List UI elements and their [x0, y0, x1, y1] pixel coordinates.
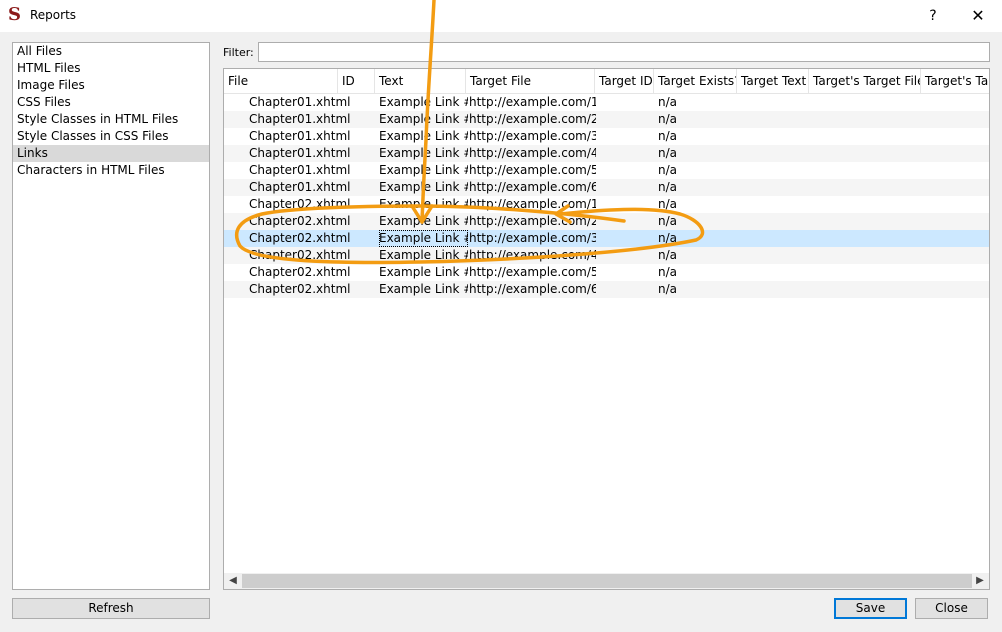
app-logo-icon: S: [8, 4, 21, 25]
table-cell[interactable]: Chapter01.xhtml: [249, 94, 363, 111]
table-cell[interactable]: Example Link #4: [379, 247, 468, 264]
table-row[interactable]: Chapter02.xhtml Example Link #1http://exa…: [224, 196, 989, 213]
table-row[interactable]: Chapter01.xhtml Example Link #3http://exa…: [224, 128, 989, 145]
table-row[interactable]: Chapter01.xhtml Example Link #5http://exa…: [224, 162, 989, 179]
table-cell[interactable]: http://example.com/2/: [469, 111, 596, 128]
sidebar-item[interactable]: HTML Files: [13, 60, 209, 77]
help-button[interactable]: ?: [922, 6, 944, 26]
table-cell[interactable]: Chapter02.xhtml: [249, 247, 363, 264]
table-cell[interactable]: n/a: [658, 145, 739, 162]
table-cell[interactable]: Chapter01.xhtml: [249, 145, 363, 162]
table-cell[interactable]: n/a: [658, 111, 739, 128]
report-type-list: All Files HTML Files Image Files CSS Files S…: [12, 42, 210, 590]
sidebar-item[interactable]: Image Files: [13, 77, 209, 94]
table-cell[interactable]: http://example.com/3/: [469, 230, 596, 247]
table-row[interactable]: Chapter02.xhtml Example Link #4http://exa…: [224, 247, 989, 264]
table-row[interactable]: Chapter02.xhtml Example Link #2http://exa…: [224, 213, 989, 230]
sidebar-item[interactable]: CSS Files: [13, 94, 209, 111]
table-cell[interactable]: http://example.com/2/: [469, 213, 596, 230]
table-cell[interactable]: Chapter02.xhtml: [249, 213, 363, 230]
table-cell[interactable]: http://example.com/6/: [469, 179, 596, 196]
table-cell[interactable]: Example Link #5: [379, 162, 468, 179]
table-body: Chapter01.xhtmlExample Link #1http://exa…: [224, 94, 989, 298]
column-header[interactable]: Text: [375, 69, 466, 93]
table-cell[interactable]: http://example.com/4/: [469, 145, 596, 162]
table-header: ^ File ID Text Target File Target ID Target E…: [224, 69, 989, 94]
table-cell[interactable]: n/a: [658, 281, 739, 298]
table-cell[interactable]: http://example.com/3/: [469, 128, 596, 145]
table-cell[interactable]: Chapter01.xhtml: [249, 128, 363, 145]
table-cell[interactable]: Example Link #3: [379, 230, 468, 247]
filter-input[interactable]: [258, 42, 990, 62]
table-cell[interactable]: Chapter01.xhtml: [249, 179, 363, 196]
table-cell[interactable]: Example Link #6: [379, 281, 468, 298]
filter-label: Filter:: [223, 46, 254, 59]
table-cell[interactable]: n/a: [658, 179, 739, 196]
table-cell[interactable]: Example Link #1: [379, 196, 468, 213]
table-cell[interactable]: n/a: [658, 94, 739, 111]
table-cell[interactable]: Example Link #3: [379, 128, 468, 145]
table-cell[interactable]: Example Link #2: [379, 111, 468, 128]
column-header[interactable]: Target's Target File: [809, 69, 921, 93]
save-button[interactable]: Save: [834, 598, 907, 619]
table-cell[interactable]: http://example.com/1/: [469, 196, 596, 213]
table-cell[interactable]: Example Link #1: [379, 94, 468, 111]
links-table: ^ File ID Text Target File Target ID Target E…: [223, 68, 990, 590]
table-row[interactable]: Chapter01.xhtml Example Link #4http://exa…: [224, 145, 989, 162]
sidebar-item[interactable]: All Files: [13, 43, 209, 60]
column-header[interactable]: File: [224, 69, 338, 93]
column-header[interactable]: Target Text: [737, 69, 809, 93]
table-cell[interactable]: n/a: [658, 247, 739, 264]
table-cell[interactable]: n/a: [658, 264, 739, 281]
column-header[interactable]: ID: [338, 69, 375, 93]
table-row[interactable]: Chapter01.xhtml Example Link #2http://exa…: [224, 111, 989, 128]
column-header[interactable]: Target ID: [595, 69, 654, 93]
scroll-left-icon[interactable]: ◀: [226, 573, 240, 589]
scroll-right-icon[interactable]: ▶: [973, 573, 987, 589]
table-cell[interactable]: n/a: [658, 128, 739, 145]
table-cell[interactable]: n/a: [658, 213, 739, 230]
column-header[interactable]: Target's Targ: [921, 69, 989, 93]
table-cell[interactable]: n/a: [658, 230, 739, 247]
table-row[interactable]: Chapter02.xhtml Example Link #3http://exa…: [224, 230, 989, 247]
table-row[interactable]: Chapter02.xhtml Example Link #6http://exa…: [224, 281, 989, 298]
table-row[interactable]: Chapter01.xhtml Example Link #6http://exa…: [224, 179, 989, 196]
table-cell[interactable]: Chapter02.xhtml: [249, 196, 363, 213]
table-cell[interactable]: http://example.com/6/: [469, 281, 596, 298]
table-row[interactable]: Chapter01.xhtml Example Link #1http://exa…: [224, 94, 989, 111]
table-cell[interactable]: Chapter01.xhtml: [249, 111, 363, 128]
scrollbar-thumb[interactable]: [242, 574, 972, 588]
close-window-icon[interactable]: ✕: [966, 6, 990, 26]
table-row[interactable]: Chapter02.xhtml Example Link #5http://exa…: [224, 264, 989, 281]
table-cell[interactable]: http://example.com/5/: [469, 162, 596, 179]
column-header[interactable]: Target Exists?: [654, 69, 737, 93]
refresh-button[interactable]: Refresh: [12, 598, 210, 619]
table-cell[interactable]: n/a: [658, 196, 739, 213]
table-cell[interactable]: Example Link #4: [379, 145, 468, 162]
horizontal-scrollbar[interactable]: ◀ ▶: [224, 573, 989, 589]
table-cell[interactable]: http://example.com/5/: [469, 264, 596, 281]
close-button[interactable]: Close: [915, 598, 988, 619]
table-cell[interactable]: Example Link #5: [379, 264, 468, 281]
sidebar-item[interactable]: Links: [13, 145, 209, 162]
table-cell[interactable]: Chapter02.xhtml: [249, 230, 363, 247]
table-cell[interactable]: Chapter02.xhtml: [249, 281, 363, 298]
sidebar-item[interactable]: Style Classes in HTML Files: [13, 111, 209, 128]
window-title: Reports: [30, 8, 77, 22]
table-cell[interactable]: Example Link #6: [379, 179, 468, 196]
sidebar-item[interactable]: Characters in HTML Files: [13, 162, 209, 179]
table-cell[interactable]: Example Link #2: [379, 213, 468, 230]
table-cell[interactable]: Chapter02.xhtml: [249, 264, 363, 281]
table-cell[interactable]: n/a: [658, 162, 739, 179]
table-cell[interactable]: http://example.com/1/: [469, 94, 596, 111]
sidebar-item[interactable]: Style Classes in CSS Files: [13, 128, 209, 145]
column-header[interactable]: Target File: [466, 69, 595, 93]
table-cell[interactable]: Chapter01.xhtml: [249, 162, 363, 179]
table-cell[interactable]: http://example.com/4/: [469, 247, 596, 264]
title-bar: S Reports ? ✕: [0, 0, 1002, 32]
